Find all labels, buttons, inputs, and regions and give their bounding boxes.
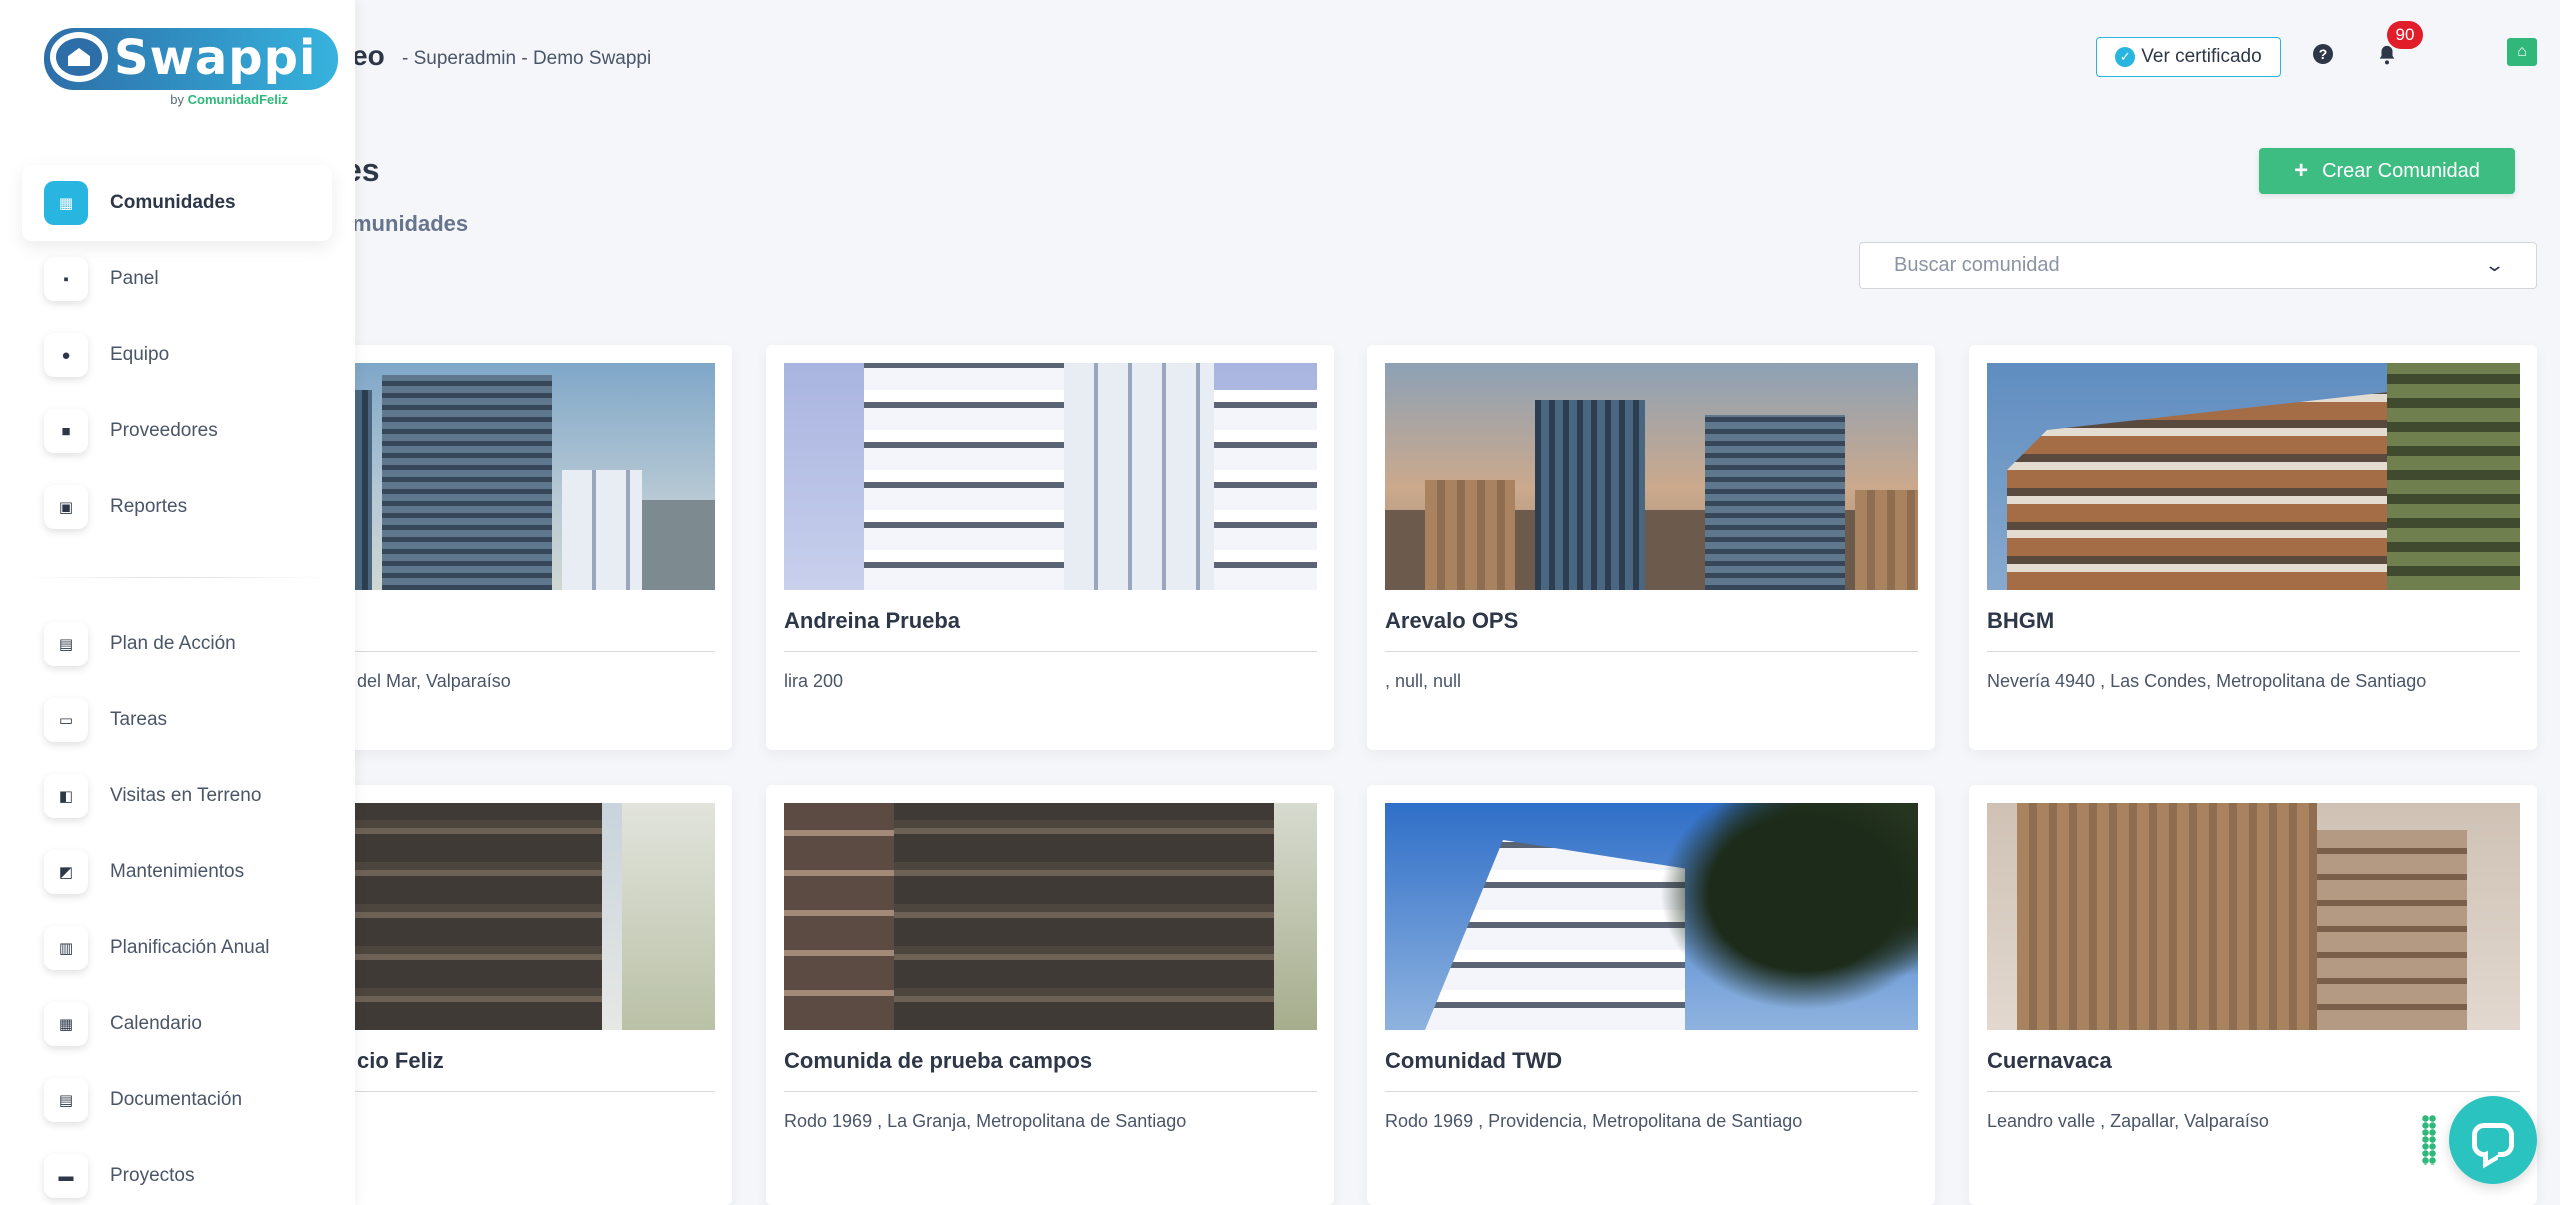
community-address: lira 200 bbox=[784, 671, 844, 691]
home-at-icon bbox=[50, 32, 108, 82]
community-address: del Mar, Valparaíso bbox=[357, 671, 511, 691]
card-divider bbox=[1987, 1091, 2520, 1092]
truck-icon: ■ bbox=[44, 409, 88, 453]
card-divider bbox=[784, 1091, 1317, 1092]
plus-icon: + bbox=[2294, 157, 2309, 184]
community-address: Nevería 4940 , Las Condes, Metropolitana… bbox=[1987, 671, 2427, 691]
user-profile-icon[interactable]: ⌂ bbox=[2507, 38, 2537, 66]
page-subtitle: - Superadmin - Demo Swappi bbox=[402, 48, 652, 69]
walk-icon: ◧ bbox=[44, 774, 88, 818]
community-name: Arevalo OPS bbox=[1385, 608, 1519, 633]
community-address: Rodo 1969 , Providencia, Metropolitana d… bbox=[1385, 1111, 1803, 1131]
view-certificate-label: Ver certificado bbox=[2141, 46, 2262, 67]
folder-icon: ▬ bbox=[44, 1154, 88, 1198]
document-icon: ▤ bbox=[44, 1078, 88, 1122]
sidebar-item-mantenimientos[interactable]: ◩ Mantenimientos bbox=[22, 834, 332, 910]
view-certificate-button[interactable]: ✓ Ver certificado bbox=[2096, 37, 2281, 77]
community-name: Comunidad TWD bbox=[1385, 1048, 1563, 1073]
swappi-logo[interactable]: Swappi by ComunidadFeliz bbox=[44, 28, 339, 110]
community-image bbox=[1987, 363, 2520, 590]
planner-icon: ▥ bbox=[44, 926, 88, 970]
chat-button[interactable] bbox=[2449, 1096, 2537, 1184]
community-card[interactable]: Comunidad TWD Rodo 1969 , Providencia, M… bbox=[1367, 785, 1935, 1205]
building-icon: ▦ bbox=[44, 181, 88, 225]
sidebar-item-planificacion-anual[interactable]: ▥ Planificación Anual bbox=[22, 910, 332, 986]
chat-icon bbox=[2472, 1123, 2514, 1157]
sidebar-item-reportes[interactable]: ▣ Reportes bbox=[22, 469, 332, 545]
card-divider bbox=[1987, 651, 2520, 652]
book-icon: ▤ bbox=[44, 622, 88, 666]
community-card[interactable]: Comunida de prueba campos Rodo 1969 , La… bbox=[766, 785, 1334, 1205]
sidebar-item-calendario[interactable]: ▦ Calendario bbox=[22, 986, 332, 1062]
community-address: , null, null bbox=[1385, 671, 1462, 691]
page-title: eo bbox=[352, 40, 385, 71]
sidebar-item-visitas-en-terreno[interactable]: ◧ Visitas en Terreno bbox=[22, 758, 332, 834]
sidebar-item-documentacion[interactable]: ▤ Documentación bbox=[22, 1062, 332, 1138]
community-name: cio Feliz bbox=[357, 1048, 444, 1073]
card-divider bbox=[784, 651, 1317, 652]
sidebar-item-plan-de-accion[interactable]: ▤ Plan de Acción bbox=[22, 606, 332, 682]
community-image bbox=[1987, 803, 2520, 1030]
card-divider bbox=[1385, 1091, 1918, 1092]
community-image bbox=[784, 363, 1317, 590]
sidebar: Swappi by ComunidadFeliz ▦ Comunidades ▪… bbox=[0, 0, 355, 1205]
community-card[interactable]: Andreina Prueba lira 200 bbox=[766, 345, 1334, 750]
community-name: Cuernavaca bbox=[1987, 1048, 2112, 1073]
sidebar-item-comunidades[interactable]: ▦ Comunidades bbox=[22, 165, 332, 241]
community-search-select[interactable]: Buscar comunidad ⌄ bbox=[1859, 242, 2537, 289]
sidebar-divider bbox=[22, 577, 332, 578]
community-name: BHGM bbox=[1987, 608, 2055, 633]
create-community-button[interactable]: + Crear Comunidad bbox=[2259, 148, 2515, 194]
community-image bbox=[1385, 363, 1918, 590]
sidebar-item-tareas[interactable]: ▭ Tareas bbox=[22, 682, 332, 758]
logo-byline: by ComunidadFeliz bbox=[170, 92, 288, 107]
section-subtitle: munidades bbox=[352, 211, 469, 236]
dashboard-icon: ▪ bbox=[44, 257, 88, 301]
community-card[interactable]: Arevalo OPS , null, null bbox=[1367, 345, 1935, 750]
community-card[interactable]: BHGM Nevería 4940 , Las Condes, Metropol… bbox=[1969, 345, 2537, 750]
notification-count-badge: 90 bbox=[2387, 21, 2423, 49]
card-divider bbox=[1385, 651, 1918, 652]
sidebar-item-equipo[interactable]: ● Equipo bbox=[22, 317, 332, 393]
drag-handle-icon[interactable] bbox=[2422, 1115, 2436, 1165]
community-address: Leandro valle , Zapallar, Valparaíso bbox=[1987, 1111, 2269, 1131]
sidebar-item-panel[interactable]: ▪ Panel bbox=[22, 241, 332, 317]
community-name: Andreina Prueba bbox=[784, 608, 961, 633]
help-icon[interactable]: ? bbox=[2313, 44, 2333, 64]
search-placeholder: Buscar comunidad bbox=[1894, 254, 2060, 276]
chevron-down-icon: ⌄ bbox=[2483, 255, 2506, 275]
calendar-icon: ▦ bbox=[44, 1002, 88, 1046]
sidebar-item-proveedores[interactable]: ■ Proveedores bbox=[22, 393, 332, 469]
team-icon: ● bbox=[44, 333, 88, 377]
community-image bbox=[1385, 803, 1918, 1030]
tools-icon: ◩ bbox=[44, 850, 88, 894]
verified-badge-icon: ✓ bbox=[2115, 47, 2136, 67]
save-icon: ▣ bbox=[44, 485, 88, 529]
inbox-icon: ▭ bbox=[44, 698, 88, 742]
create-community-label: Crear Comunidad bbox=[2322, 159, 2480, 182]
community-image bbox=[784, 803, 1317, 1030]
sidebar-item-proyectos[interactable]: ▬ Proyectos bbox=[22, 1138, 332, 1205]
community-address: Rodo 1969 , La Granja, Metropolitana de … bbox=[784, 1111, 1187, 1131]
sidebar-nav: ▦ Comunidades ▪ Panel ● Equipo ■ Proveed… bbox=[22, 165, 332, 1205]
logo-wordmark: Swappi bbox=[44, 28, 339, 90]
community-name: Comunida de prueba campos bbox=[784, 1048, 1093, 1073]
